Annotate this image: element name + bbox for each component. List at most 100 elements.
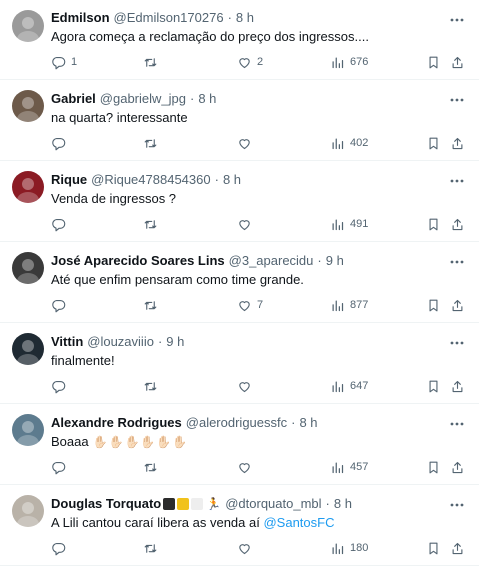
timestamp[interactable]: 9 h	[166, 334, 184, 349]
retweet-button[interactable]	[143, 217, 163, 232]
share-button[interactable]	[450, 541, 465, 556]
reply-header: José Aparecido Soares Lins @3_aparecidu …	[51, 250, 467, 270]
user-handle[interactable]: @gabrielw_jpg	[100, 91, 186, 106]
user-handle[interactable]: @louzaviiio	[87, 334, 154, 349]
bookmark-button[interactable]	[426, 460, 441, 475]
retweet-button[interactable]	[143, 379, 163, 394]
timestamp[interactable]: 8 h	[299, 415, 317, 430]
avatar[interactable]	[12, 333, 44, 365]
timestamp[interactable]: 8 h	[198, 91, 216, 106]
user-handle[interactable]: @dtorquato_mbl	[225, 496, 321, 511]
views-button[interactable]: 180	[330, 541, 368, 556]
reply-tweet[interactable]: Douglas Torquato 🏃 @dtorquato_mbl · 8 h …	[0, 485, 479, 566]
share-button[interactable]	[450, 136, 465, 151]
views-button[interactable]: 676	[330, 55, 368, 70]
avatar[interactable]	[12, 171, 44, 203]
views-button[interactable]: 402	[330, 136, 368, 151]
view-count: 676	[350, 56, 369, 68]
timestamp[interactable]: 9 h	[326, 253, 344, 268]
share-button[interactable]	[450, 217, 465, 232]
bookmark-button[interactable]	[426, 379, 441, 394]
display-name[interactable]: Gabriel	[51, 91, 96, 106]
bookmark-button[interactable]	[426, 55, 441, 70]
share-button[interactable]	[450, 55, 465, 70]
reply-tweet[interactable]: Alexandre Rodrigues @alerodriguessfc · 8…	[0, 404, 479, 485]
reply-header: Alexandre Rodrigues @alerodriguessfc · 8…	[51, 412, 467, 432]
display-name[interactable]: José Aparecido Soares Lins	[51, 253, 225, 268]
like-button[interactable]	[237, 217, 257, 232]
share-button[interactable]	[450, 379, 465, 394]
retweet-button[interactable]	[143, 541, 163, 556]
avatar[interactable]	[12, 495, 44, 527]
retweet-button[interactable]	[143, 298, 163, 313]
share-icon	[452, 56, 463, 68]
more-options-icon[interactable]	[449, 416, 465, 432]
more-options-icon[interactable]	[449, 254, 465, 270]
reply-icon	[52, 380, 66, 393]
reply-button[interactable]	[51, 541, 71, 556]
view-count: 457	[350, 461, 369, 473]
reply-tweet[interactable]: Vittin @louzaviiio · 9 h finalmente! 647	[0, 323, 479, 404]
more-options-icon[interactable]	[449, 335, 465, 351]
reply-text: na quarta? interessante	[51, 109, 467, 127]
reply-header: Vittin @louzaviiio · 9 h	[51, 331, 467, 351]
reply-button[interactable]	[51, 298, 71, 313]
views-button[interactable]: 491	[330, 217, 368, 232]
like-button[interactable]: 7	[237, 298, 263, 313]
bookmark-button[interactable]	[426, 541, 441, 556]
retweet-button[interactable]	[143, 460, 163, 475]
separator-dot: ·	[190, 90, 195, 106]
user-handle[interactable]: @3_aparecidu	[229, 253, 314, 268]
retweet-button[interactable]	[143, 136, 163, 151]
timestamp[interactable]: 8 h	[223, 172, 241, 187]
more-options-icon[interactable]	[449, 92, 465, 108]
user-handle[interactable]: @Edmilson170276	[114, 10, 224, 25]
views-button[interactable]: 457	[330, 460, 368, 475]
reply-button[interactable]	[51, 217, 71, 232]
display-name[interactable]: Alexandre Rodrigues	[51, 415, 182, 430]
avatar[interactable]	[12, 414, 44, 446]
action-bar: 180	[51, 538, 465, 558]
like-button[interactable]	[237, 379, 257, 394]
like-button[interactable]	[237, 136, 257, 151]
display-name[interactable]: Douglas Torquato	[51, 496, 161, 511]
bookmark-button[interactable]	[426, 136, 441, 151]
user-handle[interactable]: @alerodriguessfc	[186, 415, 287, 430]
heart-icon	[239, 138, 250, 149]
display-name[interactable]: Rique	[51, 172, 87, 187]
reply-button[interactable]	[51, 379, 71, 394]
reply-tweet[interactable]: José Aparecido Soares Lins @3_aparecidu …	[0, 242, 479, 323]
reply-text: Boaaa ✋🏻✋🏻✋🏻✋🏻✋🏻✋🏻	[51, 433, 467, 451]
views-button[interactable]: 877	[330, 298, 368, 313]
reply-button[interactable]: 1	[51, 55, 77, 70]
share-button[interactable]	[450, 460, 465, 475]
like-button[interactable]: 2	[237, 55, 263, 70]
like-button[interactable]	[237, 460, 257, 475]
mention-link[interactable]: @SantosFC	[263, 515, 334, 530]
reply-button[interactable]	[51, 136, 71, 151]
more-options-icon[interactable]	[449, 497, 465, 513]
more-options-icon[interactable]	[449, 173, 465, 189]
more-options-icon[interactable]	[449, 12, 465, 28]
reply-body: Até que enfim pensaram como time grande.	[51, 272, 304, 287]
timestamp[interactable]: 8 h	[334, 496, 352, 511]
reply-tweet[interactable]: Rique @Rique4788454360 · 8 h Venda de in…	[0, 161, 479, 242]
display-name[interactable]: Vittin	[51, 334, 83, 349]
views-button[interactable]: 647	[330, 379, 368, 394]
reply-tweet[interactable]: Edmilson @Edmilson170276 · 8 h Agora com…	[0, 0, 479, 80]
bookmark-button[interactable]	[426, 298, 441, 313]
timestamp[interactable]: 8 h	[236, 10, 254, 25]
avatar[interactable]	[12, 90, 44, 122]
bookmark-button[interactable]	[426, 217, 441, 232]
avatar[interactable]	[12, 252, 44, 284]
display-name[interactable]: Edmilson	[51, 10, 110, 25]
action-bar: 402	[51, 133, 465, 153]
separator-dot: ·	[325, 495, 330, 511]
like-button[interactable]	[237, 541, 257, 556]
share-button[interactable]	[450, 298, 465, 313]
user-handle[interactable]: @Rique4788454360	[91, 172, 210, 187]
avatar[interactable]	[12, 10, 44, 42]
reply-tweet[interactable]: Gabriel @gabrielw_jpg · 8 h na quarta? i…	[0, 80, 479, 161]
retweet-button[interactable]	[143, 55, 163, 70]
reply-button[interactable]	[51, 460, 71, 475]
